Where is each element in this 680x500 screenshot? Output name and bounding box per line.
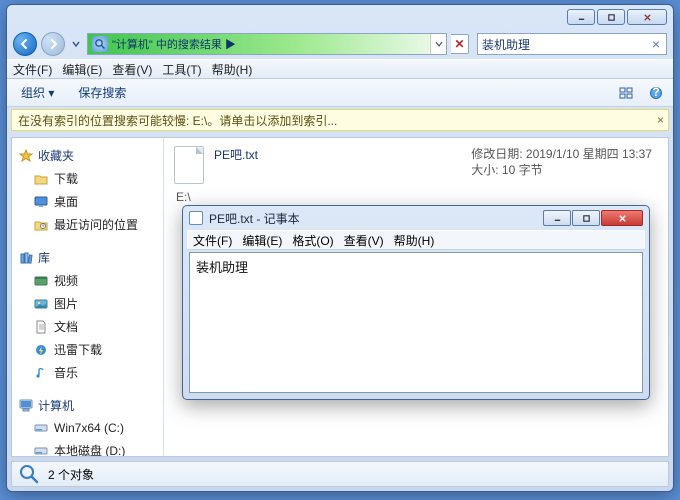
notepad-window: PE吧.txt - 记事本 文件(F) 编辑(E) 格式(O) 查看(V) 帮助… <box>182 205 650 400</box>
sidebar-favorites-label: 收藏夹 <box>38 147 74 164</box>
sidebar-item-pictures[interactable]: 图片 <box>16 292 159 315</box>
svg-text:?: ? <box>652 86 659 99</box>
nav-back-button[interactable] <box>13 32 37 56</box>
menu-file[interactable]: 文件(F) <box>13 61 52 78</box>
star-icon <box>18 148 34 164</box>
status-count: 2 个对象 <box>48 466 94 483</box>
document-icon <box>33 319 49 335</box>
nav-history-dropdown[interactable] <box>69 32 83 56</box>
notepad-app-icon <box>189 211 203 225</box>
window-minimize-button[interactable] <box>567 9 595 25</box>
address-stop-button[interactable]: ✕ <box>451 34 469 54</box>
address-bar[interactable]: "计算机" 中的搜索结果 ▶ <box>87 33 447 55</box>
picture-icon <box>33 296 49 312</box>
sidebar-group-favorites[interactable]: 收藏夹 <box>16 144 159 167</box>
search-location-icon <box>92 36 108 52</box>
organize-button[interactable]: 组织 ▾ <box>13 81 62 104</box>
notepad-menu-file[interactable]: 文件(F) <box>193 232 232 249</box>
notepad-title: PE吧.txt - 记事本 <box>209 210 537 227</box>
help-button[interactable]: ? <box>645 82 667 104</box>
result-filename: PE吧.txt <box>214 146 258 163</box>
nav-row: "计算机" 中的搜索结果 ▶ ✕ × <box>7 29 673 59</box>
sidebar-item-drive-c[interactable]: Win7x64 (C:) <box>16 417 159 439</box>
library-icon <box>18 250 34 266</box>
desktop-icon <box>33 194 49 210</box>
result-metadata: 修改日期: 2019/1/10 星期四 13:37 大小: 10 字节 <box>471 146 658 178</box>
text-file-icon <box>174 146 204 184</box>
search-box[interactable]: × <box>477 33 667 55</box>
notepad-menu-edit[interactable]: 编辑(E) <box>242 232 282 249</box>
sidebar-item-desktop[interactable]: 桌面 <box>16 190 159 213</box>
sidebar-item-thunder[interactable]: 迅雷下载 <box>16 338 159 361</box>
explorer-titlebar <box>7 5 673 29</box>
notepad-text-area[interactable]: 装机助理 <box>189 252 643 393</box>
notepad-maximize-button[interactable] <box>572 210 600 226</box>
sidebar-item-drive-d[interactable]: 本地磁盘 (D:) <box>16 439 159 456</box>
result-item[interactable]: PE吧.txt 修改日期: 2019/1/10 星期四 13:37 大小: 10… <box>174 146 658 184</box>
explorer-menubar: 文件(F) 编辑(E) 查看(V) 工具(T) 帮助(H) <box>7 59 673 79</box>
sidebar-libraries-label: 库 <box>38 249 50 266</box>
search-input[interactable] <box>482 37 650 51</box>
address-dropdown[interactable] <box>430 34 446 54</box>
index-warning-close[interactable]: × <box>657 113 664 127</box>
menu-edit[interactable]: 编辑(E) <box>62 61 102 78</box>
save-search-button[interactable]: 保存搜索 <box>70 81 134 104</box>
recent-icon <box>33 217 49 233</box>
notepad-close-button[interactable] <box>601 210 643 226</box>
explorer-toolbar: 组织 ▾ 保存搜索 ? <box>7 79 673 107</box>
sidebar-computer-label: 计算机 <box>38 397 74 414</box>
sidebar-item-music[interactable]: 音乐 <box>16 361 159 384</box>
notepad-menubar: 文件(F) 编辑(E) 格式(O) 查看(V) 帮助(H) <box>187 230 645 250</box>
menu-help[interactable]: 帮助(H) <box>212 61 253 78</box>
sidebar-item-downloads[interactable]: 下载 <box>16 167 159 190</box>
sidebar-item-documents[interactable]: 文档 <box>16 315 159 338</box>
video-icon <box>33 273 49 289</box>
index-warning-text: 在没有索引的位置搜索可能较慢: E:\。请单击以添加到索引... <box>18 112 337 129</box>
drive-icon <box>33 443 49 457</box>
notepad-titlebar[interactable]: PE吧.txt - 记事本 <box>183 206 649 230</box>
sidebar-item-recent[interactable]: 最近访问的位置 <box>16 213 159 236</box>
status-bar: 2 个对象 <box>11 461 669 487</box>
folder-icon <box>33 171 49 187</box>
sidebar-group-computer[interactable]: 计算机 <box>16 394 159 417</box>
menu-view[interactable]: 查看(V) <box>112 61 152 78</box>
view-options-button[interactable] <box>615 82 637 104</box>
window-maximize-button[interactable] <box>597 9 625 25</box>
magnifier-icon <box>18 463 40 485</box>
index-warning-bar[interactable]: 在没有索引的位置搜索可能较慢: E:\。请单击以添加到索引... × <box>11 109 669 131</box>
notepad-content: 装机助理 <box>190 253 642 280</box>
notepad-menu-view[interactable]: 查看(V) <box>344 232 384 249</box>
window-close-button[interactable] <box>627 9 667 25</box>
drive-icon <box>33 420 49 436</box>
notepad-menu-format[interactable]: 格式(O) <box>292 232 333 249</box>
notepad-minimize-button[interactable] <box>543 210 571 226</box>
result-path: E:\ <box>176 190 658 204</box>
address-text: "计算机" 中的搜索结果 ▶ <box>112 36 236 52</box>
sidebar-item-videos[interactable]: 视频 <box>16 269 159 292</box>
computer-icon <box>18 398 34 414</box>
menu-tools[interactable]: 工具(T) <box>162 61 201 78</box>
search-clear-button[interactable]: × <box>650 36 662 52</box>
notepad-menu-help[interactable]: 帮助(H) <box>394 232 435 249</box>
music-icon <box>33 365 49 381</box>
sidebar-group-libraries[interactable]: 库 <box>16 246 159 269</box>
nav-forward-button[interactable] <box>41 32 65 56</box>
sidebar: 收藏夹 下载 桌面 最近访问的位置 库 视频 图片 文档 迅雷下载 音乐 计算机… <box>12 138 164 456</box>
thunder-icon <box>33 342 49 358</box>
